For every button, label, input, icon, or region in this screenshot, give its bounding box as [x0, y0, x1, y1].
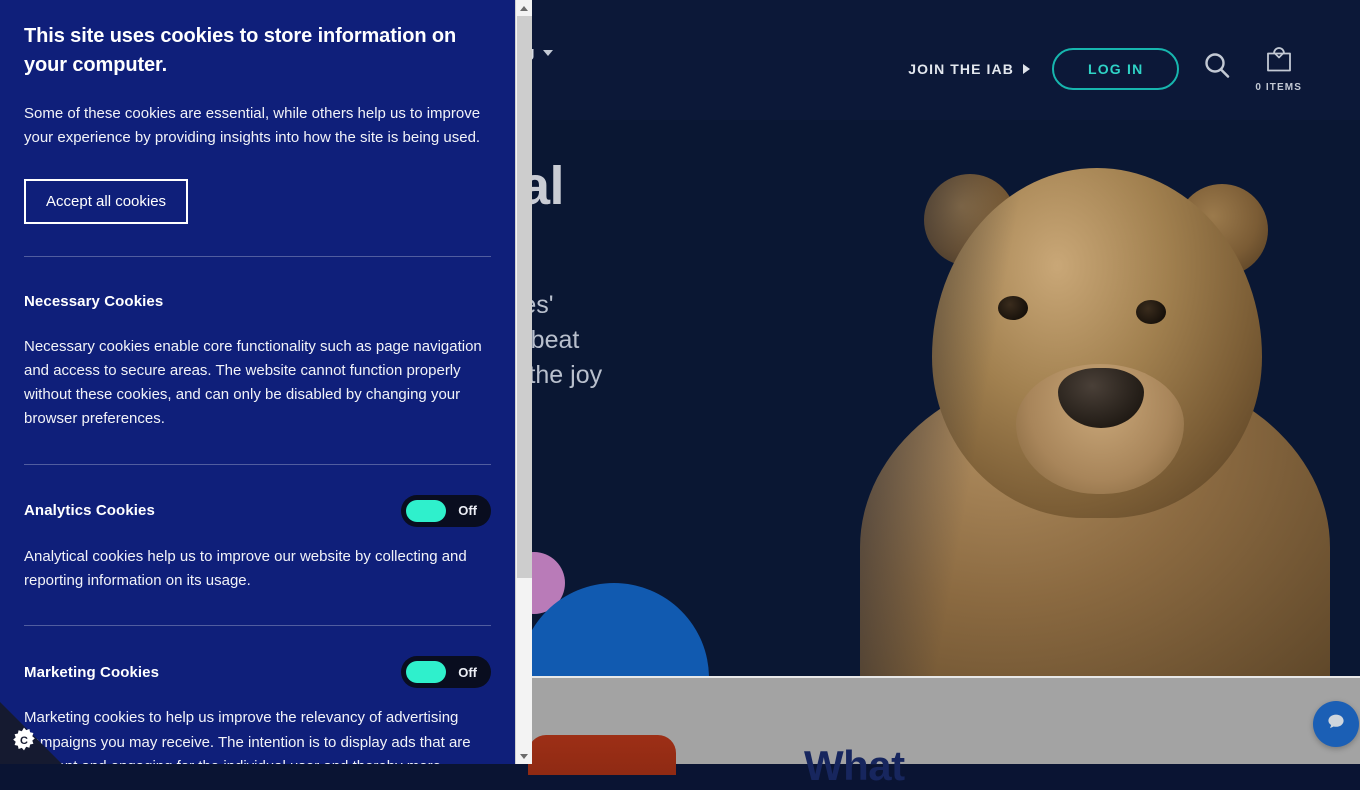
- cookie-section-title: Analytics Cookies: [24, 502, 155, 519]
- scrollbar-thumb[interactable]: [517, 16, 532, 578]
- scroll-up-arrow-icon[interactable]: [516, 0, 532, 16]
- cookie-section-header: Necessary Cookies: [24, 287, 491, 317]
- cart-button[interactable]: 0 ITEMS: [1255, 44, 1302, 93]
- toggle-knob: [406, 661, 446, 683]
- chat-bubble-icon: [1324, 710, 1348, 739]
- cookie-settings-widget[interactable]: C: [0, 702, 62, 764]
- cookie-section-description: Necessary cookies enable core functional…: [24, 335, 491, 432]
- search-icon[interactable]: [1201, 50, 1233, 87]
- svg-text:C: C: [20, 735, 28, 747]
- cookie-panel-intro: Some of these cookies are essential, whi…: [24, 102, 491, 151]
- analytics-cookies-toggle[interactable]: Off: [401, 495, 491, 527]
- cookie-section-necessary: Necessary Cookies Necessary cookies enab…: [24, 257, 491, 432]
- header-actions: JOIN THE IAB LOG IN 0 ITEMS: [908, 44, 1360, 93]
- cookie-panel-content: This site uses cookies to store informat…: [0, 0, 515, 764]
- cookie-section-header: Marketing Cookies Off: [24, 656, 491, 688]
- cookie-panel-title: This site uses cookies to store informat…: [24, 22, 491, 80]
- feature-card-red[interactable]: [528, 735, 676, 775]
- cart-item-count: 0 ITEMS: [1255, 82, 1302, 93]
- chat-widget-button[interactable]: [1313, 701, 1359, 747]
- join-the-iab-link[interactable]: JOIN THE IAB: [908, 61, 1030, 77]
- cookie-gear-icon: C: [10, 726, 38, 759]
- arrow-right-icon: [1023, 64, 1030, 74]
- cookie-panel-scrollbar[interactable]: [515, 0, 532, 764]
- cookie-consent-panel: This site uses cookies to store informat…: [0, 0, 515, 764]
- cookie-section-description: Analytical cookies help us to improve ou…: [24, 545, 491, 594]
- log-in-button[interactable]: LOG IN: [1052, 48, 1179, 90]
- cookie-section-analytics: Analytics Cookies Off Analytical cookies…: [24, 465, 491, 594]
- cookie-section-header: Analytics Cookies Off: [24, 495, 491, 527]
- marketing-cookies-toggle[interactable]: Off: [401, 656, 491, 688]
- accept-all-cookies-button[interactable]: Accept all cookies: [24, 179, 188, 224]
- cookie-section-title: Necessary Cookies: [24, 293, 163, 310]
- scroll-down-arrow-icon[interactable]: [516, 748, 532, 764]
- cookie-section-marketing: Marketing Cookies Off Marketing cookies …: [24, 626, 491, 764]
- toggle-knob: [406, 500, 446, 522]
- shopping-bag-icon: [1264, 61, 1294, 78]
- cookie-section-description: Marketing cookies to help us improve the…: [24, 706, 491, 764]
- lower-section-heading: What: [804, 742, 905, 790]
- toggle-state-label: Off: [458, 503, 477, 518]
- join-the-iab-label: JOIN THE IAB: [908, 61, 1014, 77]
- cookie-section-title: Marketing Cookies: [24, 664, 159, 681]
- toggle-state-label: Off: [458, 665, 477, 680]
- chevron-down-icon: [543, 50, 553, 56]
